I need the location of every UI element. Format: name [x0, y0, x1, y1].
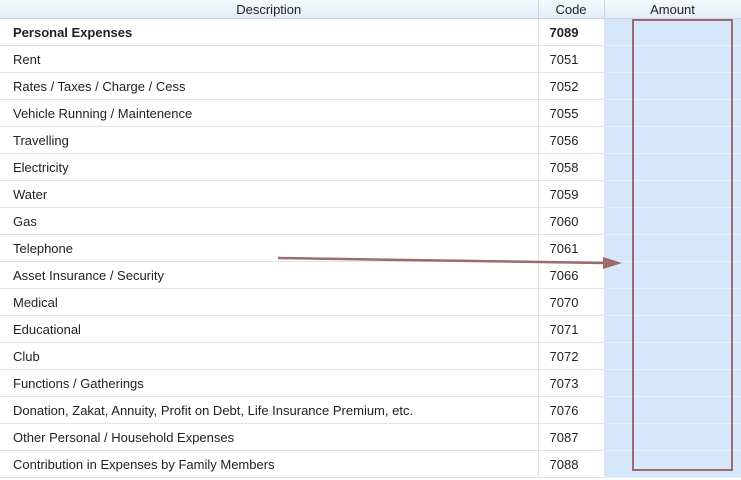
amount-input-cell[interactable]	[604, 45, 741, 73]
row-code: 7056	[538, 126, 605, 154]
table-row: Personal Expenses 7089	[0, 18, 741, 46]
table-row: Telephone 7061	[0, 234, 741, 262]
row-code: 7052	[538, 72, 605, 100]
row-description: Electricity	[0, 153, 539, 181]
table-row: Electricity 7058	[0, 153, 741, 181]
row-code: 7055	[538, 99, 605, 127]
row-code: 7088	[538, 450, 605, 478]
row-description: Donation, Zakat, Annuity, Profit on Debt…	[0, 396, 539, 424]
row-description: Water	[0, 180, 539, 208]
amount-input-cell[interactable]	[604, 423, 741, 451]
amount-input-cell[interactable]	[604, 288, 741, 316]
amount-input-cell[interactable]	[604, 450, 741, 478]
row-code: 7061	[538, 234, 605, 262]
row-code: 7051	[538, 45, 605, 73]
table-row: Educational 7071	[0, 315, 741, 343]
table-row: Club 7072	[0, 342, 741, 370]
table-row: Water 7059	[0, 180, 741, 208]
expenses-table: Description Code Amount Personal Expense…	[0, 0, 741, 478]
amount-input-cell[interactable]	[604, 369, 741, 397]
table-row: Gas 7060	[0, 207, 741, 235]
row-description: Medical	[0, 288, 539, 316]
row-code: 7089	[538, 18, 605, 46]
row-code: 7059	[538, 180, 605, 208]
row-code: 7070	[538, 288, 605, 316]
header-row: Description Code Amount	[0, 0, 741, 19]
row-code: 7071	[538, 315, 605, 343]
row-code: 7060	[538, 207, 605, 235]
table-row: Contribution in Expenses by Family Membe…	[0, 450, 741, 478]
row-code: 7076	[538, 396, 605, 424]
column-header-amount[interactable]: Amount	[604, 0, 741, 19]
table-row: Donation, Zakat, Annuity, Profit on Debt…	[0, 396, 741, 424]
row-description: Gas	[0, 207, 539, 235]
amount-input-cell[interactable]	[604, 99, 741, 127]
row-description: Other Personal / Household Expenses	[0, 423, 539, 451]
amount-input-cell[interactable]	[604, 342, 741, 370]
row-description: Rates / Taxes / Charge / Cess	[0, 72, 539, 100]
row-code: 7066	[538, 261, 605, 289]
row-description: Telephone	[0, 234, 539, 262]
amount-input-cell[interactable]	[604, 261, 741, 289]
row-description: Functions / Gatherings	[0, 369, 539, 397]
table-row: Travelling 7056	[0, 126, 741, 154]
amount-input-cell[interactable]	[604, 153, 741, 181]
amount-input-cell[interactable]	[604, 315, 741, 343]
table-row: Rates / Taxes / Charge / Cess 7052	[0, 72, 741, 100]
table-row: Rent 7051	[0, 45, 741, 73]
row-description: Asset Insurance / Security	[0, 261, 539, 289]
row-code: 7087	[538, 423, 605, 451]
amount-input-cell[interactable]	[604, 396, 741, 424]
table-row: Medical 7070	[0, 288, 741, 316]
table-row: Asset Insurance / Security 7066	[0, 261, 741, 289]
row-description: Vehicle Running / Maintenence	[0, 99, 539, 127]
amount-input-cell[interactable]	[604, 207, 741, 235]
table-row: Vehicle Running / Maintenence 7055	[0, 99, 741, 127]
column-header-code[interactable]: Code	[538, 0, 605, 19]
row-description: Personal Expenses	[0, 18, 539, 46]
amount-input-cell[interactable]	[604, 180, 741, 208]
row-description: Contribution in Expenses by Family Membe…	[0, 450, 539, 478]
amount-input-cell[interactable]	[604, 234, 741, 262]
table-row: Functions / Gatherings 7073	[0, 369, 741, 397]
row-code: 7058	[538, 153, 605, 181]
column-header-description[interactable]: Description	[0, 0, 539, 19]
amount-input-cell[interactable]	[604, 72, 741, 100]
row-description: Educational	[0, 315, 539, 343]
row-description: Travelling	[0, 126, 539, 154]
row-description: Club	[0, 342, 539, 370]
row-code: 7072	[538, 342, 605, 370]
table-row: Other Personal / Household Expenses 7087	[0, 423, 741, 451]
row-description: Rent	[0, 45, 539, 73]
row-code: 7073	[538, 369, 605, 397]
amount-input-cell[interactable]	[604, 18, 741, 46]
amount-input-cell[interactable]	[604, 126, 741, 154]
